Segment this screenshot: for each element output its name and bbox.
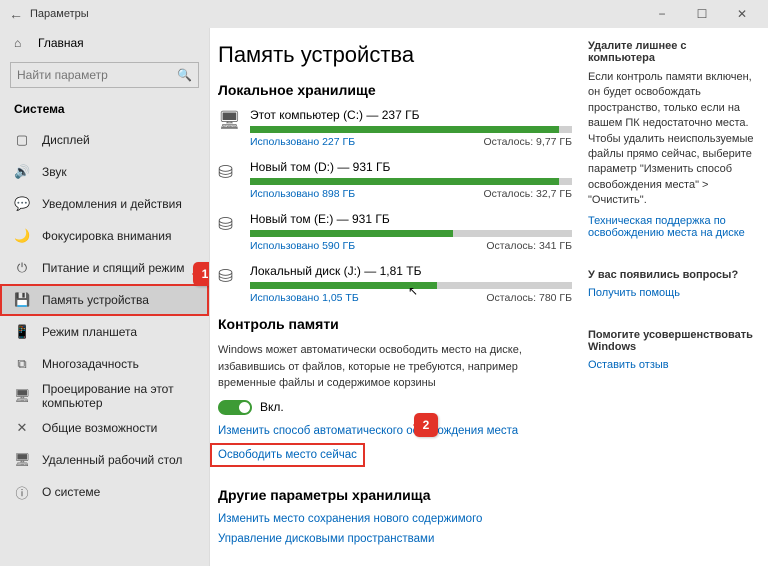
nav-list: ▢ Дисплей 🔊 Звук 💬 Уведомления и действия 🌙 Фок… [0, 124, 209, 566]
sidebar-item[interactable]: 📱 Режим планшета [0, 316, 209, 348]
home-label: Главная [38, 36, 84, 50]
drive-row[interactable]: ⛁ Новый том (D:) — 931 ГБ Использовано 898… [218, 160, 572, 200]
sidebar-item[interactable]: 🖥 Проецирование на этот компьютер [0, 380, 209, 412]
nav-label: Общие возможности [42, 421, 157, 435]
nav-label: Уведомления и действия [42, 197, 182, 211]
drive-name: Новый том (E:) — 931 ГБ [250, 212, 572, 226]
toggle-switch-icon [218, 400, 252, 415]
nav-icon: 🖥 [14, 388, 30, 404]
nav-label: Удаленный рабочий стол [42, 453, 182, 467]
link-free-now[interactable]: Освободить место сейчас [212, 445, 363, 465]
sidebar-item[interactable]: 🖥 Удаленный рабочий стол [0, 444, 209, 476]
drive-free-label: Осталось: 780 ГБ [486, 292, 572, 304]
nav-label: Режим планшета [42, 325, 137, 339]
annotation-badge-2: 2 [414, 413, 438, 437]
storage-sense-header: Контроль памяти [218, 316, 572, 332]
nav-icon: 📱 [14, 324, 30, 340]
annotation-badge-1: 1 [193, 262, 209, 286]
nav-label: Память устройства [42, 293, 149, 307]
nav-label: Многозадачность [42, 357, 139, 371]
sidebar-item[interactable]: ⏻ Питание и спящий режим [0, 252, 209, 284]
drive-used-link[interactable]: Использовано 590 ГБ [250, 240, 355, 252]
drive-free-label: Осталось: 341 ГБ [486, 240, 572, 252]
drive-row[interactable]: 🖥 Этот компьютер (C:) — 237 ГБ Использован… [218, 108, 572, 148]
nav-label: Питание и спящий режим [42, 261, 185, 275]
link-storage-spaces[interactable]: Управление дисковыми пространствами [218, 533, 572, 545]
sidebar-item[interactable]: 💬 Уведомления и действия [0, 188, 209, 220]
window-title: Параметры [30, 8, 89, 20]
home-icon: ⌂ [14, 36, 28, 50]
nav-icon: 💾 [14, 292, 30, 308]
titlebar: ← Параметры − ☐ ✕ [0, 0, 768, 28]
right-b2-link[interactable]: Получить помощь [588, 287, 680, 299]
storage-sense-toggle[interactable]: Вкл. [218, 400, 572, 415]
nav-label: О системе [42, 485, 100, 499]
link-change-auto-free[interactable]: Изменить способ автоматического освобожд… [218, 425, 572, 437]
pc-icon: 🖥 [218, 110, 240, 132]
nav-label: Проецирование на этот компьютер [42, 382, 195, 410]
sidebar-item[interactable]: ▢ Дисплей [0, 124, 209, 156]
drives-list: 🖥 Этот компьютер (C:) — 237 ГБ Использован… [218, 108, 572, 304]
right-column: Удалите лишнее с компьютера Если контрол… [588, 28, 768, 566]
storage-sense-desc: Windows может автоматически освободить м… [218, 342, 528, 392]
right-b1-link[interactable]: Техническая поддержка по освобождению ме… [588, 215, 754, 239]
usage-bar [250, 126, 572, 133]
search-icon: 🔍 [177, 68, 192, 82]
drive-used-link[interactable]: Использовано 1,05 ТБ [250, 292, 359, 304]
usage-bar [250, 230, 572, 237]
drive-name: Локальный диск (J:) — 1,81 ТБ [250, 264, 572, 278]
link-change-save-location[interactable]: Изменить место сохранения нового содержи… [218, 513, 572, 525]
drive-free-label: Осталось: 9,77 ГБ [483, 136, 572, 148]
other-storage-header: Другие параметры хранилища [218, 487, 572, 503]
right-b3-title: Помогите усовершенствовать Windows [588, 329, 754, 353]
drive-name: Этот компьютер (C:) — 237 ГБ [250, 108, 572, 122]
sidebar-item[interactable]: ⓘ О системе [0, 476, 209, 508]
local-storage-header: Локальное хранилище [218, 82, 572, 98]
disk-icon: ⛁ [218, 162, 240, 184]
close-button[interactable]: ✕ [722, 7, 762, 21]
search-box[interactable]: 🔍 [10, 62, 199, 88]
group-header: Система [0, 96, 209, 124]
right-b1-text: Если контроль памяти включен, он будет о… [588, 70, 754, 209]
nav-icon: 🖥 [14, 452, 30, 468]
disk-icon: ⛁ [218, 214, 240, 236]
nav-icon: ✕ [14, 420, 30, 436]
nav-icon: ⏻ [14, 260, 30, 276]
sidebar-item[interactable]: 💾Память устройства1 [0, 284, 209, 316]
sidebar-item[interactable]: ✕ Общие возможности [0, 412, 209, 444]
home-row[interactable]: ⌂ Главная [0, 28, 209, 58]
drive-used-link[interactable]: Использовано 227 ГБ [250, 136, 355, 148]
nav-icon: 💬 [14, 196, 30, 212]
toggle-label: Вкл. [260, 400, 284, 414]
minimize-button[interactable]: − [642, 7, 682, 21]
page-title: Память устройства [218, 42, 572, 68]
right-b1-title: Удалите лишнее с компьютера [588, 40, 754, 64]
drive-name: Новый том (D:) — 931 ГБ [250, 160, 572, 174]
right-b2-title: У вас появились вопросы? [588, 269, 754, 281]
back-button[interactable]: ← [6, 6, 26, 22]
sidebar: ⌂ Главная 🔍 Система ▢ Дисплей 🔊 Звук 💬 Уведом… [0, 28, 210, 566]
nav-icon: 🌙 [14, 228, 30, 244]
nav-icon: 🔊 [14, 164, 30, 180]
disk-icon: ⛁ [218, 266, 240, 288]
content: Память устройства Локальное хранилище 🖥 Э… [210, 28, 588, 566]
nav-icon: ⓘ [14, 483, 30, 502]
sidebar-item[interactable]: ⧉ Многозадачность [0, 348, 209, 380]
search-input[interactable] [17, 68, 177, 82]
nav-icon: ▢ [14, 132, 30, 148]
drive-free-label: Осталось: 32,7 ГБ [483, 188, 572, 200]
nav-label: Дисплей [42, 133, 90, 147]
nav-label: Фокусировка внимания [42, 229, 171, 243]
sidebar-item[interactable]: 🌙 Фокусировка внимания [0, 220, 209, 252]
sidebar-item[interactable]: 🔊 Звук [0, 156, 209, 188]
usage-bar [250, 178, 572, 185]
nav-icon: ⧉ [14, 356, 30, 372]
drive-used-link[interactable]: Использовано 898 ГБ [250, 188, 355, 200]
maximize-button[interactable]: ☐ [682, 7, 722, 21]
usage-bar [250, 282, 572, 289]
drive-row[interactable]: ⛁ Локальный диск (J:) — 1,81 ТБ Использова… [218, 264, 572, 304]
right-b3-link[interactable]: Оставить отзыв [588, 359, 669, 371]
drive-row[interactable]: ⛁ Новый том (E:) — 931 ГБ Использовано 590… [218, 212, 572, 252]
nav-label: Звук [42, 165, 67, 179]
